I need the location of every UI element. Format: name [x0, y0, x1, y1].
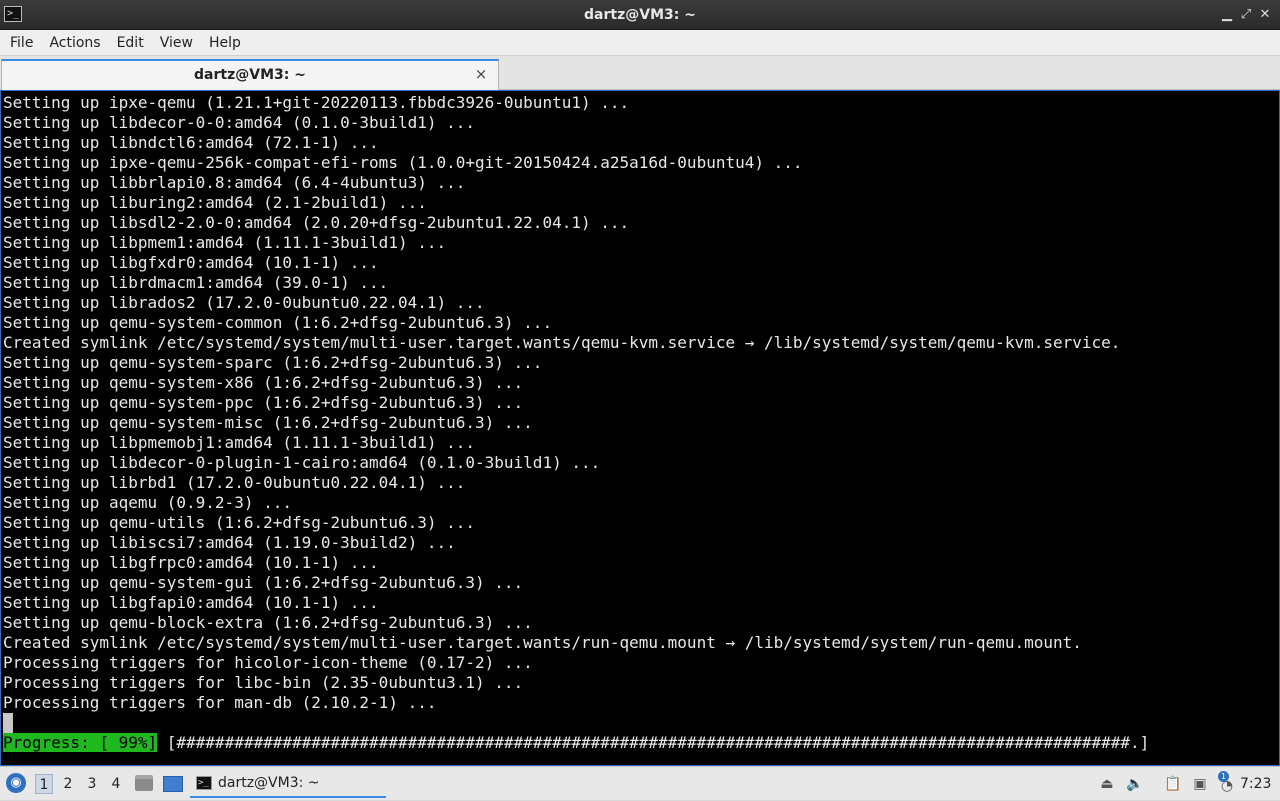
workspace-2[interactable]: 2: [59, 774, 77, 794]
terminal-line: Setting up qemu-system-ppc (1:6.2+dfsg-2…: [3, 393, 524, 412]
progress-bar-text: [#######################################…: [166, 733, 1150, 752]
tab-bar: dartz@VM3: ~ ×: [0, 56, 1280, 90]
terminal-line: Setting up libdecor-0-0:amd64 (0.1.0-3bu…: [3, 113, 476, 132]
lubuntu-start-icon[interactable]: ◉: [6, 773, 26, 793]
terminal-line: Setting up libiscsi7:amd64 (1.19.0-3buil…: [3, 533, 456, 552]
terminal-line: Setting up libgfapi0:amd64 (10.1-1) ...: [3, 593, 379, 612]
window-titlebar[interactable]: >_ dartz@VM3: ~ ▁ ⤢ ✕: [0, 0, 1280, 30]
terminal-line: Setting up ipxe-qemu (1.21.1+git-2022011…: [3, 93, 630, 112]
terminal-line: Setting up qemu-system-common (1:6.2+dfs…: [3, 313, 553, 332]
network-icon[interactable]: ▣: [1191, 775, 1209, 793]
tab-label: dartz@VM3: ~: [194, 67, 306, 83]
close-icon[interactable]: ✕: [1256, 6, 1274, 24]
menu-view[interactable]: View: [152, 31, 201, 55]
terminal-line: Processing triggers for man-db (2.10.2-1…: [3, 693, 437, 712]
menu-file[interactable]: File: [2, 31, 41, 55]
terminal-line: Setting up qemu-utils (1:6.2+dfsg-2ubunt…: [3, 513, 476, 532]
terminal-line: Setting up librbd1 (17.2.0-0ubuntu0.22.0…: [3, 473, 466, 492]
volume-icon[interactable]: 🔈: [1126, 775, 1144, 793]
tab-terminal[interactable]: dartz@VM3: ~ ×: [1, 59, 499, 90]
terminal-line: Setting up qemu-system-x86 (1:6.2+dfsg-2…: [3, 373, 524, 392]
workspace-1[interactable]: 1: [35, 774, 53, 794]
terminal-output[interactable]: Setting up ipxe-qemu (1.21.1+git-2022011…: [0, 90, 1280, 766]
window-title: dartz@VM3: ~: [584, 7, 696, 23]
terminal-line: Setting up librados2 (17.2.0-0ubuntu0.22…: [3, 293, 485, 312]
task-label: dartz@VM3: ~: [218, 775, 320, 791]
terminal-line: Created symlink /etc/systemd/system/mult…: [3, 633, 1082, 652]
terminal-line: Setting up qemu-system-gui (1:6.2+dfsg-2…: [3, 573, 524, 592]
menu-help[interactable]: Help: [201, 31, 249, 55]
progress-row: Progress: [ 99%] [######################…: [3, 733, 1149, 753]
clock[interactable]: 7:23: [1240, 767, 1271, 801]
terminal-icon: >_: [196, 776, 212, 790]
show-desktop-icon[interactable]: [163, 776, 183, 792]
terminal-line: Setting up ipxe-qemu-256k-compat-efi-rom…: [3, 153, 803, 172]
terminal-line: Setting up liburing2:amd64 (2.1-2build1)…: [3, 193, 427, 212]
terminal-line: Created symlink /etc/systemd/system/mult…: [3, 333, 1121, 352]
removable-drive-icon[interactable]: ⏏: [1098, 775, 1116, 793]
terminal-line: Setting up qemu-block-extra (1:6.2+dfsg-…: [3, 613, 533, 632]
terminal-line: Setting up libgfxdr0:amd64 (10.1-1) ...: [3, 253, 379, 272]
terminal-line: Setting up libpmemobj1:amd64 (1.11.1-3bu…: [3, 433, 476, 452]
clipboard-icon[interactable]: 📋: [1164, 775, 1182, 793]
maximize-icon[interactable]: ⤢: [1237, 6, 1255, 24]
menu-edit[interactable]: Edit: [109, 31, 152, 55]
terminal-line: Processing triggers for libc-bin (2.35-0…: [3, 673, 524, 692]
progress-label: Progress: [ 99%]: [3, 733, 158, 752]
minimize-icon[interactable]: ▁: [1218, 6, 1236, 24]
terminal-line: Setting up librdmacm1:amd64 (39.0-1) ...: [3, 273, 389, 292]
terminal-line: Setting up libsdl2-2.0-0:amd64 (2.0.20+d…: [3, 213, 630, 232]
notification-badge: 1: [1218, 771, 1229, 782]
taskbar-task-terminal[interactable]: >_ dartz@VM3: ~: [190, 770, 386, 798]
terminal-lines: Setting up ipxe-qemu (1.21.1+git-2022011…: [3, 93, 1120, 713]
terminal-line: Processing triggers for hicolor-icon-the…: [3, 653, 533, 672]
terminal-line: Setting up libdecor-0-plugin-1-cairo:amd…: [3, 453, 601, 472]
terminal-line: Setting up qemu-system-sparc (1:6.2+dfsg…: [3, 353, 543, 372]
terminal-line: Setting up libndctl6:amd64 (72.1-1) ...: [3, 133, 379, 152]
terminal-line: Setting up qemu-system-misc (1:6.2+dfsg-…: [3, 413, 533, 432]
file-manager-icon[interactable]: [135, 775, 153, 791]
menu-actions[interactable]: Actions: [41, 31, 108, 55]
menubar: File Actions Edit View Help: [0, 30, 1280, 56]
taskbar: ◉ 1 2 3 4 >_ dartz@VM3: ~ ⏏ 🔈 📋 ▣ ◔ 1 7:…: [0, 766, 1280, 800]
terminal-line: Setting up libbrlapi0.8:amd64 (6.4-4ubun…: [3, 173, 466, 192]
tab-close-icon[interactable]: ×: [472, 65, 490, 83]
terminal-line: Setting up aqemu (0.9.2-3) ...: [3, 493, 292, 512]
terminal-line: Setting up libgfrpc0:amd64 (10.1-1) ...: [3, 553, 379, 572]
workspace-3[interactable]: 3: [83, 774, 101, 794]
workspace-4[interactable]: 4: [107, 774, 125, 794]
terminal-cursor: [3, 713, 13, 733]
terminal-line: Setting up libpmem1:amd64 (1.11.1-3build…: [3, 233, 447, 252]
